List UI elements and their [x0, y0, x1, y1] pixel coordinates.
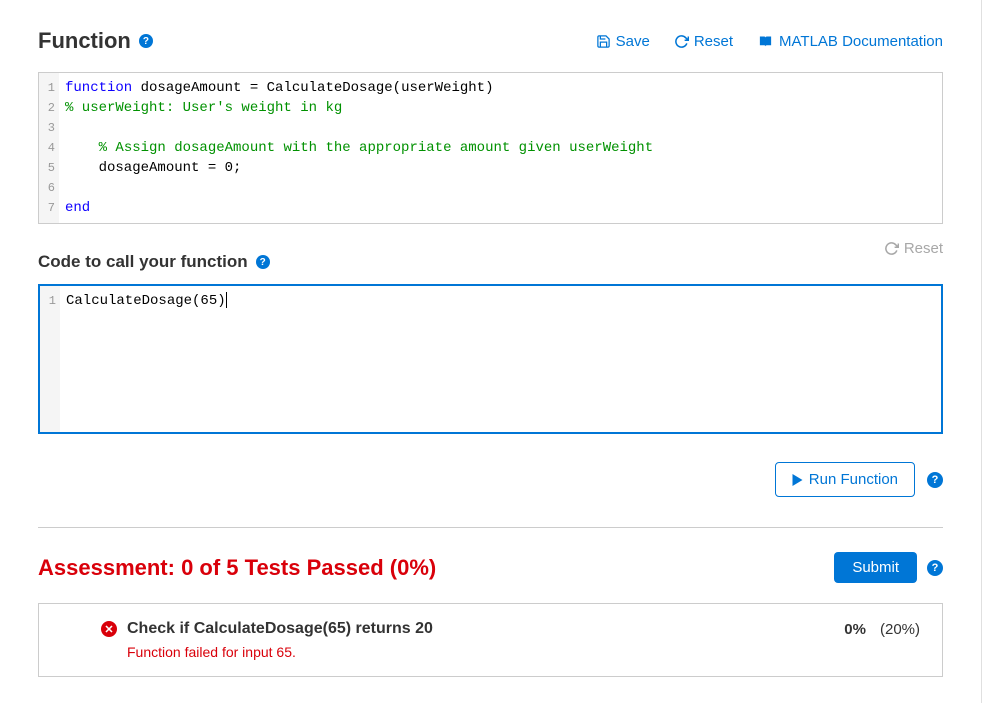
divider — [38, 527, 943, 528]
docs-label: MATLAB Documentation — [779, 33, 943, 50]
function-title-group: Function ? — [38, 28, 153, 54]
gutter: 1 — [40, 286, 60, 432]
help-icon[interactable]: ? — [927, 472, 943, 488]
submit-group: Submit ? — [834, 552, 943, 583]
help-icon[interactable]: ? — [927, 560, 943, 576]
function-toolbar: Save Reset MATLAB Documentation — [596, 33, 943, 50]
run-label: Run Function — [809, 471, 898, 488]
help-icon[interactable]: ? — [256, 255, 270, 269]
text-cursor — [226, 292, 227, 308]
book-icon — [757, 34, 774, 49]
code-body[interactable]: CalculateDosage(65) — [60, 286, 941, 432]
test-result: ✕ Check if CalculateDosage(65) returns 2… — [38, 603, 943, 677]
caller-reset-button[interactable]: Reset — [884, 240, 943, 257]
test-score: 0% — [844, 621, 866, 638]
function-title: Function — [38, 28, 131, 54]
reset-label: Reset — [694, 33, 733, 50]
test-left: ✕ Check if CalculateDosage(65) returns 2… — [101, 620, 433, 638]
caller-editor[interactable]: 1 CalculateDosage(65) — [38, 284, 943, 434]
code-line[interactable]: % Assign dosageAmount with the appropria… — [65, 138, 936, 158]
fail-icon: ✕ — [101, 621, 117, 637]
code-line[interactable]: CalculateDosage(65) — [66, 291, 935, 311]
code-line[interactable] — [65, 118, 936, 138]
code-body[interactable]: function dosageAmount = CalculateDosage(… — [59, 73, 942, 223]
function-header: Function ? Save Reset MATLAB Documentati… — [38, 28, 943, 54]
code-line[interactable]: % userWeight: User's weight in kg — [65, 98, 936, 118]
caller-title: Code to call your function — [38, 252, 248, 272]
caller-header: Code to call your function ? Reset — [38, 224, 943, 272]
test-weight: (20%) — [880, 621, 920, 638]
test-scores: 0% (20%) — [844, 621, 920, 638]
help-icon[interactable]: ? — [139, 34, 153, 48]
assessment-header: Assessment: 0 of 5 Tests Passed (0%) Sub… — [38, 552, 943, 583]
save-label: Save — [616, 33, 650, 50]
test-message: Function failed for input 65. — [127, 644, 920, 660]
code-line[interactable]: function dosageAmount = CalculateDosage(… — [65, 78, 936, 98]
submit-button[interactable]: Submit — [834, 552, 917, 583]
reset-icon — [674, 34, 689, 49]
save-icon — [596, 34, 611, 49]
assessment-title: Assessment: 0 of 5 Tests Passed (0%) — [38, 555, 436, 581]
gutter: 1234567 — [39, 73, 59, 223]
function-editor[interactable]: 1234567 function dosageAmount = Calculat… — [38, 72, 943, 224]
docs-button[interactable]: MATLAB Documentation — [757, 33, 943, 50]
code-line[interactable] — [65, 178, 936, 198]
save-button[interactable]: Save — [596, 33, 650, 50]
test-header: ✕ Check if CalculateDosage(65) returns 2… — [101, 620, 920, 638]
reset-button[interactable]: Reset — [674, 33, 733, 50]
test-name: Check if CalculateDosage(65) returns 20 — [127, 620, 433, 638]
play-icon — [792, 474, 803, 486]
code-line[interactable]: dosageAmount = 0; — [65, 158, 936, 178]
reset-icon — [884, 241, 899, 256]
caller-title-group: Code to call your function ? — [38, 252, 270, 272]
run-function-button[interactable]: Run Function — [775, 462, 915, 497]
code-line[interactable]: end — [65, 198, 936, 218]
main-content: Function ? Save Reset MATLAB Documentati… — [0, 0, 982, 703]
run-row: Run Function ? — [38, 462, 943, 527]
caller-reset-label: Reset — [904, 240, 943, 257]
